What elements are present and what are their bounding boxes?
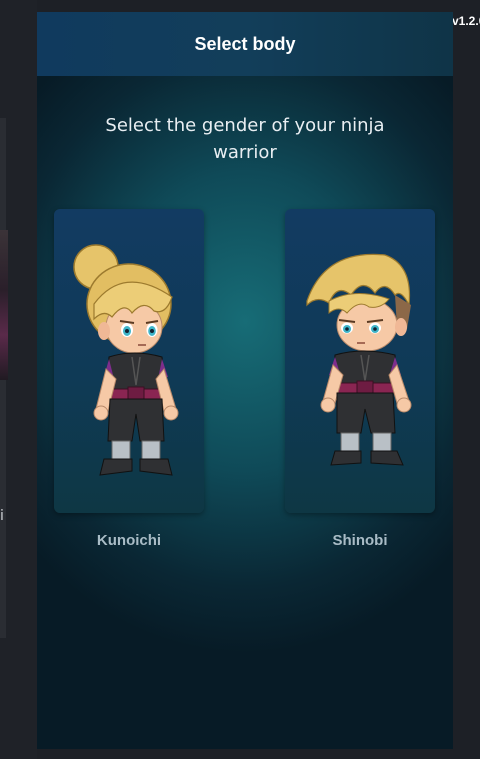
version-label: v1.2.0 — [452, 14, 480, 28]
modal-title: Select body — [194, 33, 296, 54]
background-text: i r s r ri n — [0, 508, 6, 524]
shinobi-label: Shinobi — [332, 532, 388, 549]
background-avatar — [0, 230, 8, 380]
female-ninja-avatar-icon — [73, 244, 179, 476]
kunoichi-label: Kunoichi — [96, 532, 162, 549]
shinobi-option-card[interactable] — [285, 209, 435, 513]
select-body-modal: Select body Select the gender of your ni… — [37, 12, 453, 749]
modal-header: Select body — [37, 12, 453, 76]
gender-prompt: Select the gender of your ninja warrior — [105, 115, 385, 163]
male-ninja-avatar-icon — [306, 253, 412, 466]
kunoichi-option-card[interactable] — [54, 209, 204, 513]
